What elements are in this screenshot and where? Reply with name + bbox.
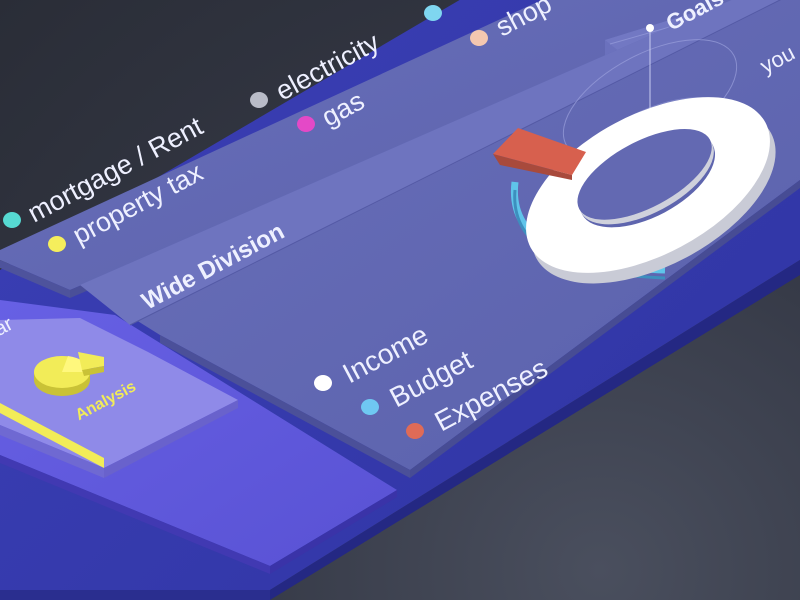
- legend-dot-shop: [470, 30, 488, 46]
- legend-dot-electricity: [250, 92, 268, 108]
- legend-dot-partial: [424, 5, 442, 21]
- dashboard-surfaces: [0, 0, 800, 600]
- legend-dot-gas: [297, 116, 315, 132]
- legend-dot-budget: [361, 399, 379, 415]
- isometric-dashboard: mortgage / Rent property tax electricity…: [0, 0, 800, 600]
- legend-dot-mortgage: [3, 212, 21, 228]
- legend-dot-expenses: [406, 423, 424, 439]
- legend-dot-income: [314, 375, 332, 391]
- legend-dot-property-tax: [48, 236, 66, 252]
